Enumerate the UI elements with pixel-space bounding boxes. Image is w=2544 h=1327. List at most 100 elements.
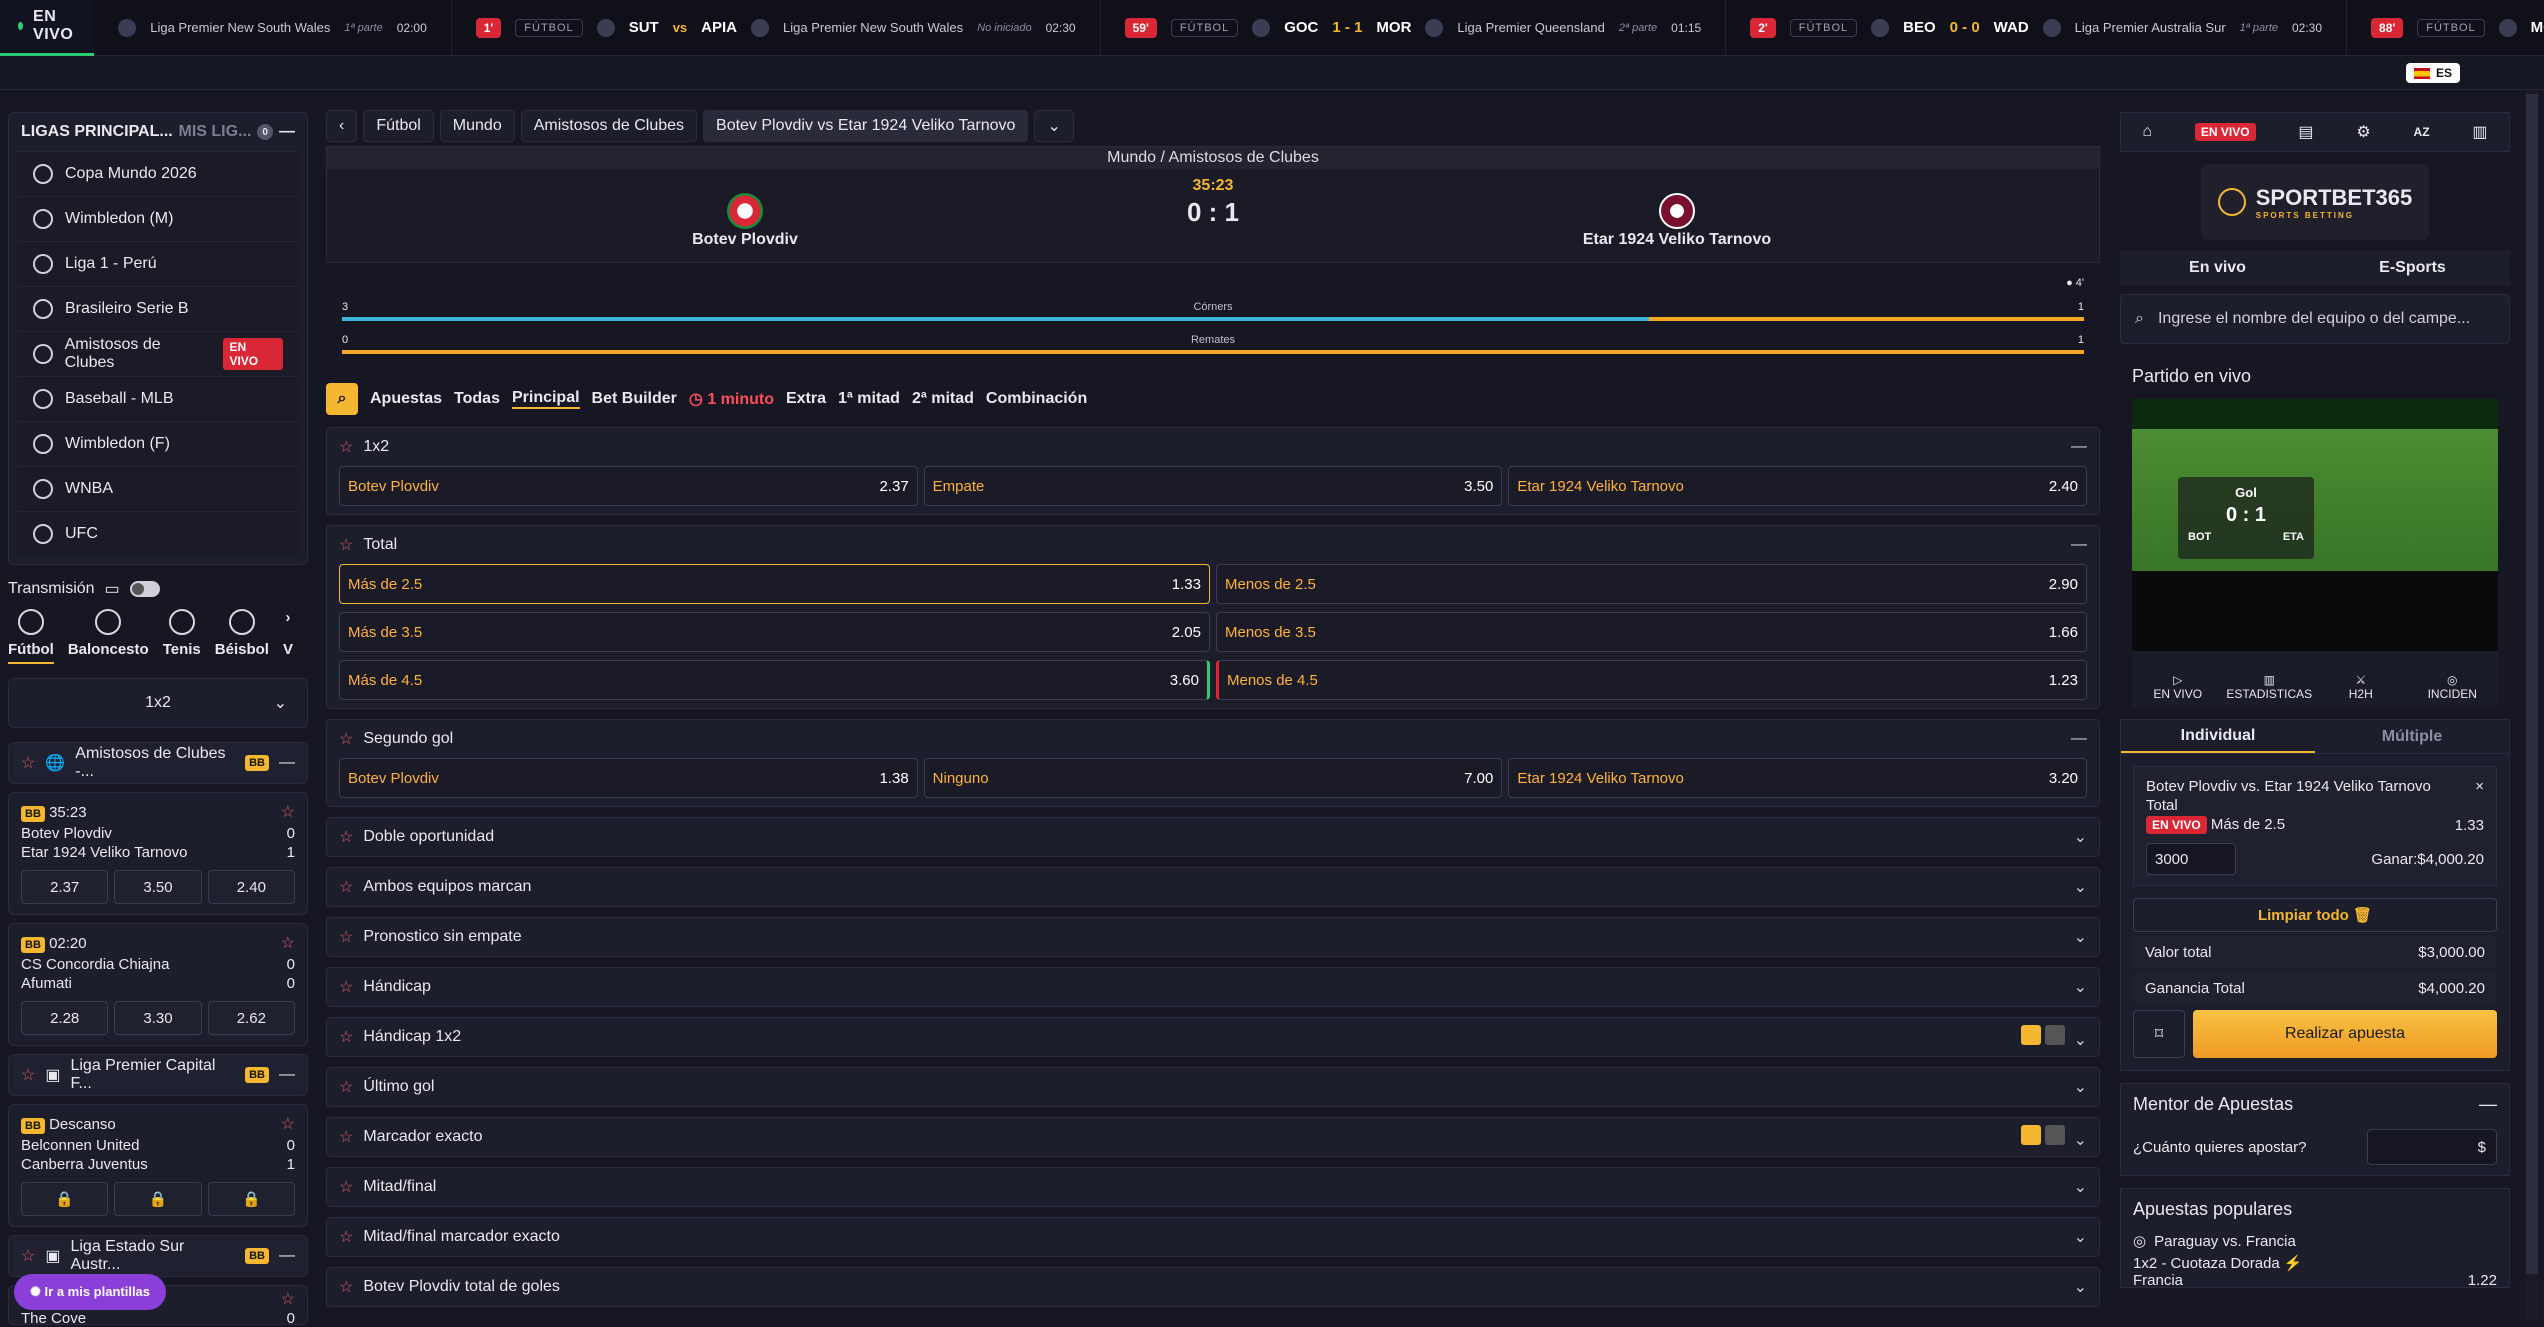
tab-principal[interactable]: Principal [511, 389, 580, 409]
chevron-down-icon[interactable]: ⌄ [1034, 110, 1074, 142]
odd-button[interactable]: Etar 1924 Veliko Tarnovo 2.40 [1508, 466, 2088, 506]
chevron-down-icon[interactable]: ⌄ [2074, 1032, 2087, 1049]
star-icon[interactable]: ☆ [281, 803, 295, 824]
breadcrumb-item[interactable]: Amistosos de Clubes [520, 110, 698, 142]
market-collapsed[interactable]: ☆ Pronostico sin empate ⌄ [326, 917, 2100, 957]
match-card[interactable]: BB 35:23 ☆ Botev Plovdiv 0 Etar 1924 Velik… [8, 792, 308, 915]
tab-my-leagues[interactable]: MIS LIG... [179, 123, 252, 141]
star-icon[interactable]: ☆ [339, 729, 353, 749]
breadcrumb-current[interactable]: Botev Plovdiv vs Etar 1924 Veliko Tarnov… [703, 110, 1029, 142]
scrollbar-thumb[interactable] [2526, 94, 2538, 1274]
chevron-down-icon[interactable]: ⌄ [2074, 1277, 2087, 1297]
grid-icon[interactable] [2021, 1124, 2042, 1145]
collapse-icon[interactable]: — [279, 123, 295, 141]
sidebar-item-league[interactable]: UFC [17, 511, 299, 556]
clear-all-button[interactable]: Limpiar todo 🗑 [2133, 898, 2497, 932]
odd-button[interactable]: 2.40 [207, 870, 295, 904]
tab-1-mitad[interactable]: 1ª mitad [838, 390, 900, 408]
calendar-icon[interactable]: ▤ [2298, 122, 2313, 142]
transmission-toggle[interactable] [129, 581, 160, 597]
tab-combinacion[interactable]: Combinación [986, 390, 1087, 408]
sidebar-item-league[interactable]: WNBA [17, 466, 299, 511]
star-icon[interactable]: ☆ [339, 1177, 353, 1197]
market-collapsed[interactable]: ☆ Doble oportunidad ⌄ [326, 817, 2100, 857]
odd-button[interactable]: Menos de 3.5 1.66 [1216, 612, 2087, 652]
chevron-down-icon[interactable]: ⌄ [2074, 927, 2087, 947]
market-collapsed[interactable]: ☆ Último gol ⌄ [326, 1067, 2100, 1107]
sliders-icon[interactable] [2045, 1124, 2066, 1145]
star-icon[interactable]: ☆ [339, 877, 353, 897]
star-icon[interactable]: ☆ [21, 753, 35, 773]
tab-individual[interactable]: Individual [2121, 720, 2315, 753]
tab-main-leagues[interactable]: LIGAS PRINCIPAL... [21, 123, 173, 141]
mentor-amount-input[interactable]: $ [2367, 1129, 2497, 1165]
tab-apuestas[interactable]: Apuestas [370, 390, 442, 408]
ticker-item[interactable]: Liga Premier New South Wales 1ª parte 02… [94, 0, 452, 56]
star-icon[interactable]: ☆ [339, 535, 353, 555]
collapse-icon[interactable]: — [279, 754, 295, 772]
tab-multiple[interactable]: Múltiple [2315, 720, 2509, 753]
sidebar-item-league[interactable]: Wimbledon (F) [17, 421, 299, 466]
sport-tab-basketball[interactable]: Baloncesto [68, 609, 149, 664]
league-group-header[interactable]: ☆ ▣ Liga Premier Capital F... BB — [8, 1054, 308, 1096]
tab-2-mitad[interactable]: 2ª mitad [912, 390, 974, 408]
sidebar-item-league[interactable]: Liga 1 - Perú [17, 241, 299, 286]
collapse-icon[interactable]: — [2479, 1094, 2497, 1115]
ticker-item[interactable]: 2' FÚTBOL BEO 0 - 0 WAD Liga Premier Aus… [1726, 0, 2348, 56]
chevron-down-icon[interactable]: ⌄ [2074, 827, 2087, 847]
star-icon[interactable]: ☆ [21, 1065, 35, 1085]
collapse-icon[interactable]: — [2071, 536, 2087, 554]
gear-icon[interactable]: ⚙ [2356, 122, 2370, 142]
breadcrumb-item[interactable]: Fútbol [363, 110, 434, 142]
sport-tab-baseball[interactable]: Béisbol [215, 609, 269, 664]
back-button[interactable]: ‹ [326, 110, 358, 142]
chevron-down-icon[interactable]: ⌄ [2074, 1177, 2087, 1197]
page-scrollbar[interactable] [2526, 90, 2538, 1320]
star-icon[interactable]: ☆ [339, 1027, 353, 1047]
market-collapsed[interactable]: ☆ Mitad/final ⌄ [326, 1167, 2100, 1207]
widget-tab-incidents[interactable]: ◎ INCIDEN [2407, 651, 2499, 707]
bookmark-button[interactable]: ⌑ [2133, 1010, 2185, 1058]
star-icon[interactable]: ☆ [339, 977, 353, 997]
star-icon[interactable]: ☆ [21, 1246, 35, 1266]
tab-bet-builder[interactable]: Bet Builder [592, 390, 677, 408]
collapse-icon[interactable]: — [2071, 438, 2087, 456]
collapse-icon[interactable]: — [2071, 730, 2087, 748]
collapse-icon[interactable]: — [279, 1066, 295, 1084]
odd-button[interactable]: Ninguno 7.00 [923, 758, 1503, 798]
search-icon[interactable]: ⌕ [326, 383, 358, 415]
star-icon[interactable]: ☆ [339, 1227, 353, 1247]
odd-button[interactable]: 2.62 [207, 1001, 295, 1035]
odd-button[interactable]: Empate 3.50 [923, 466, 1503, 506]
odd-button[interactable]: 2.37 [21, 870, 109, 904]
star-icon[interactable]: ☆ [281, 1290, 295, 1309]
close-icon[interactable]: × [2475, 777, 2484, 796]
match-card[interactable]: BB Descanso ☆ Belconnen United 0 Canberra … [8, 1104, 308, 1227]
star-icon[interactable]: ☆ [339, 1277, 353, 1297]
market-collapsed[interactable]: ☆ Ambos equipos marcan ⌄ [326, 867, 2100, 907]
chevron-down-icon[interactable]: ⌄ [2074, 1077, 2087, 1097]
tab-en-vivo[interactable]: En vivo [2120, 250, 2315, 286]
odd-button[interactable]: 3.30 [114, 1001, 202, 1035]
widget-tab-stats[interactable]: ▥ ESTADISTICAS [2224, 651, 2316, 707]
sort-az-button[interactable]: AZ [2414, 125, 2430, 139]
star-icon[interactable]: ☆ [339, 1077, 353, 1097]
odd-button[interactable]: Menos de 4.5 1.23 [1216, 660, 2087, 700]
place-bet-button[interactable]: Realizar apuesta [2193, 1010, 2497, 1058]
tab-1-minuto[interactable]: ◷ 1 minuto [689, 389, 774, 409]
odd-button[interactable]: Botev Plovdiv 1.38 [339, 758, 918, 798]
chevron-down-icon[interactable]: ⌄ [2074, 977, 2087, 997]
sport-tab-more[interactable]: › V [283, 609, 293, 664]
odd-button[interactable]: Etar 1924 Veliko Tarnovo 3.20 [1508, 758, 2088, 798]
ticker-item[interactable]: 1' FÚTBOL SUT vs APIA Liga Premier New S… [452, 0, 1101, 56]
odd-button[interactable]: 2.28 [21, 1001, 109, 1035]
live-tab[interactable]: EN VIVO [0, 0, 95, 56]
stats-icon[interactable]: ▥ [2472, 122, 2487, 142]
ticker-item[interactable]: 88' FÚTBOL MOD 2 - [2347, 0, 2544, 56]
sidebar-item-league[interactable]: Baseball - MLB [17, 376, 299, 421]
language-selector[interactable]: ES [2405, 63, 2460, 83]
home-icon[interactable]: ⌂ [2142, 123, 2152, 141]
sport-tab-tennis[interactable]: Tenis [163, 609, 201, 664]
chevron-down-icon[interactable]: ⌄ [2074, 1227, 2087, 1247]
star-icon[interactable]: ☆ [339, 827, 353, 847]
